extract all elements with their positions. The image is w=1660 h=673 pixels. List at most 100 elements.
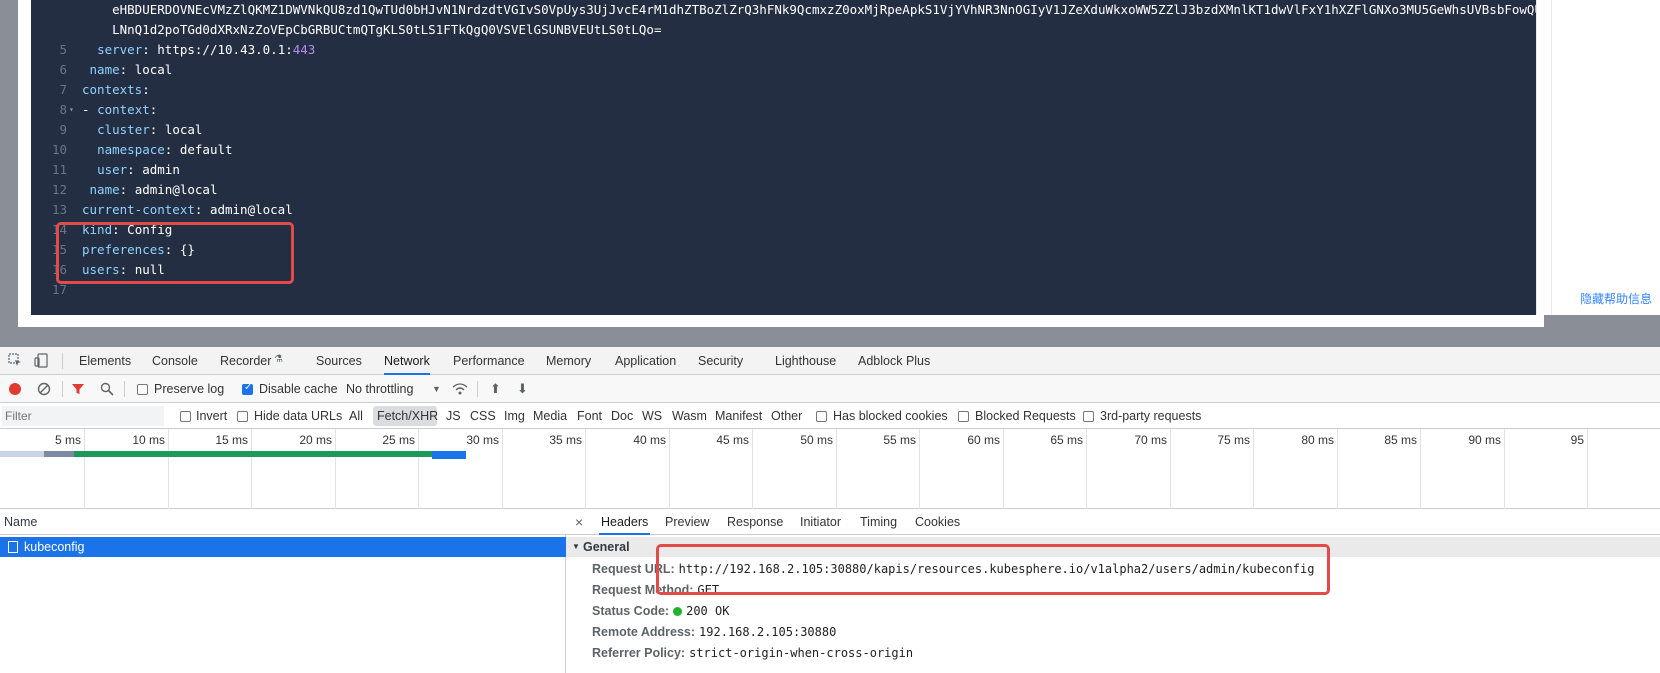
search-icon[interactable] xyxy=(100,382,114,399)
type-manifest[interactable]: Manifest xyxy=(715,403,762,429)
line-number: 5 xyxy=(59,42,67,57)
devtools-tab-bar: Elements Console Recorder ⚗ Sources Netw… xyxy=(0,347,1660,375)
close-icon[interactable]: × xyxy=(575,509,583,535)
timeline-tick-label: 50 ms xyxy=(800,433,833,447)
tab-preview[interactable]: Preview xyxy=(665,509,709,535)
upload-icon[interactable]: ⬆ xyxy=(490,381,501,397)
type-js[interactable]: JS xyxy=(446,403,461,429)
filter-input[interactable] xyxy=(2,406,164,426)
tab-adblock-plus[interactable]: Adblock Plus xyxy=(858,347,930,375)
type-fetch-xhr[interactable]: Fetch/XHR xyxy=(377,403,438,429)
timeline-tick-label: 20 ms xyxy=(299,433,332,447)
timeline-gridline xyxy=(1504,429,1505,509)
type-css[interactable]: CSS xyxy=(470,403,496,429)
has-blocked-cookies-checkbox[interactable] xyxy=(816,411,827,422)
code-text: eHBDUERDOVNEcVMzZlQKMZ1DWVNkQU8zd1QwTUd0… xyxy=(82,2,1580,17)
type-media[interactable]: Media xyxy=(533,403,567,429)
timeline-gridline xyxy=(669,429,670,509)
hide-data-urls-label: Hide data URLs xyxy=(254,409,343,423)
clear-icon[interactable] xyxy=(37,382,51,399)
tab-lighthouse[interactable]: Lighthouse xyxy=(775,347,836,375)
yaml-key: name xyxy=(89,62,120,77)
yaml-value: default xyxy=(179,142,233,157)
code-text: server: https://10.43.0.1:443 xyxy=(82,40,315,60)
field-key: Status Code: xyxy=(592,604,670,618)
blocked-requests-checkbox[interactable] xyxy=(958,411,969,422)
yaml-key: namespace xyxy=(97,142,165,157)
tab-console[interactable]: Console xyxy=(152,347,198,375)
line-number: 13 xyxy=(51,202,67,217)
has-blocked-cookies-label: Has blocked cookies xyxy=(833,409,948,423)
line-number: 11 xyxy=(51,162,67,177)
throttling-select[interactable]: No throttling xyxy=(346,375,413,403)
type-wasm[interactable]: Wasm xyxy=(672,403,707,429)
field-key: Remote Address: xyxy=(592,625,696,639)
type-font[interactable]: Font xyxy=(577,403,602,429)
tab-response[interactable]: Response xyxy=(727,509,783,535)
tab-timing[interactable]: Timing xyxy=(860,509,897,535)
hide-help-link[interactable]: 隐藏帮助信息 xyxy=(1580,290,1652,307)
yaml-value: admin@local xyxy=(209,202,293,217)
timeline-tick-label: 60 ms xyxy=(967,433,1000,447)
device-toolbar-icon[interactable] xyxy=(34,353,48,371)
invert-checkbox[interactable] xyxy=(180,411,191,422)
tab-security[interactable]: Security xyxy=(698,347,743,375)
record-button[interactable] xyxy=(9,383,21,395)
tab-performance[interactable]: Performance xyxy=(453,347,525,375)
line-number: 12 xyxy=(51,182,67,197)
yaml-value: https://10.43.0.1: xyxy=(157,42,293,57)
network-timeline[interactable]: 5 ms 10 ms 15 ms 20 ms 25 ms 30 ms 35 ms 40 ms 4… xyxy=(0,429,1660,509)
tab-elements[interactable]: Elements xyxy=(79,347,131,375)
code-text: name: admin@local xyxy=(82,180,218,200)
document-icon xyxy=(8,541,18,553)
hide-data-urls-checkbox[interactable] xyxy=(237,411,248,422)
tab-memory[interactable]: Memory xyxy=(546,347,591,375)
field-key: Referrer Policy: xyxy=(592,646,686,660)
type-other[interactable]: Other xyxy=(771,403,802,429)
tab-network[interactable]: Network xyxy=(384,347,430,375)
preserve-log-checkbox[interactable] xyxy=(137,384,148,395)
timeline-bar-queue xyxy=(0,451,44,457)
type-all[interactable]: All xyxy=(349,403,363,429)
timeline-gridline xyxy=(1337,429,1338,509)
download-icon[interactable]: ⬇ xyxy=(517,381,528,397)
tab-sources[interactable]: Sources xyxy=(316,347,362,375)
network-toolbar: Preserve log Disable cache No throttling… xyxy=(0,375,1660,403)
name-column-header[interactable]: Name xyxy=(0,509,566,535)
field-value: 200 OK xyxy=(686,604,730,618)
type-doc[interactable]: Doc xyxy=(611,403,633,429)
timeline-tick-label: 85 ms xyxy=(1384,433,1417,447)
tab-recorder[interactable]: Recorder xyxy=(220,347,271,375)
disable-cache-checkbox[interactable] xyxy=(242,382,253,395)
tab-initiator[interactable]: Initiator xyxy=(800,509,841,535)
tab-cookies[interactable]: Cookies xyxy=(915,509,960,535)
timeline-tick-label: 75 ms xyxy=(1217,433,1250,447)
filter-icon[interactable] xyxy=(71,382,85,399)
code-text: cluster: local xyxy=(82,120,202,140)
timeline-tick-label: 95 xyxy=(1570,433,1584,447)
third-party-checkbox[interactable] xyxy=(1083,411,1094,422)
type-img[interactable]: Img xyxy=(504,403,525,429)
timeline-tick-label: 40 ms xyxy=(633,433,666,447)
inspect-element-icon[interactable] xyxy=(8,353,22,370)
yaml-key: server xyxy=(97,42,143,57)
fold-arrow-icon[interactable]: ▾ xyxy=(69,100,74,120)
timeline-bar-download xyxy=(432,451,466,459)
tab-application[interactable]: Application xyxy=(615,347,676,375)
network-conditions-icon[interactable] xyxy=(452,382,468,399)
flask-icon: ⚗ xyxy=(274,354,283,365)
toolbar-divider xyxy=(124,381,125,397)
tab-headers[interactable]: Headers xyxy=(599,509,651,535)
list-dash: - xyxy=(82,102,98,117)
request-row-kubeconfig[interactable]: kubeconfig xyxy=(0,537,566,557)
timeline-tick-label: 25 ms xyxy=(382,433,415,447)
timeline-tick-label: 10 ms xyxy=(132,433,165,447)
preserve-log-label: Preserve log xyxy=(154,382,225,396)
timeline-gridline xyxy=(585,429,586,509)
request-list: Name kubeconfig xyxy=(0,509,566,673)
timeline-gridline xyxy=(335,429,336,509)
timeline-tick-label: 65 ms xyxy=(1050,433,1083,447)
type-ws[interactable]: WS xyxy=(642,403,662,429)
timeline-tick-label: 5 ms xyxy=(54,433,81,447)
